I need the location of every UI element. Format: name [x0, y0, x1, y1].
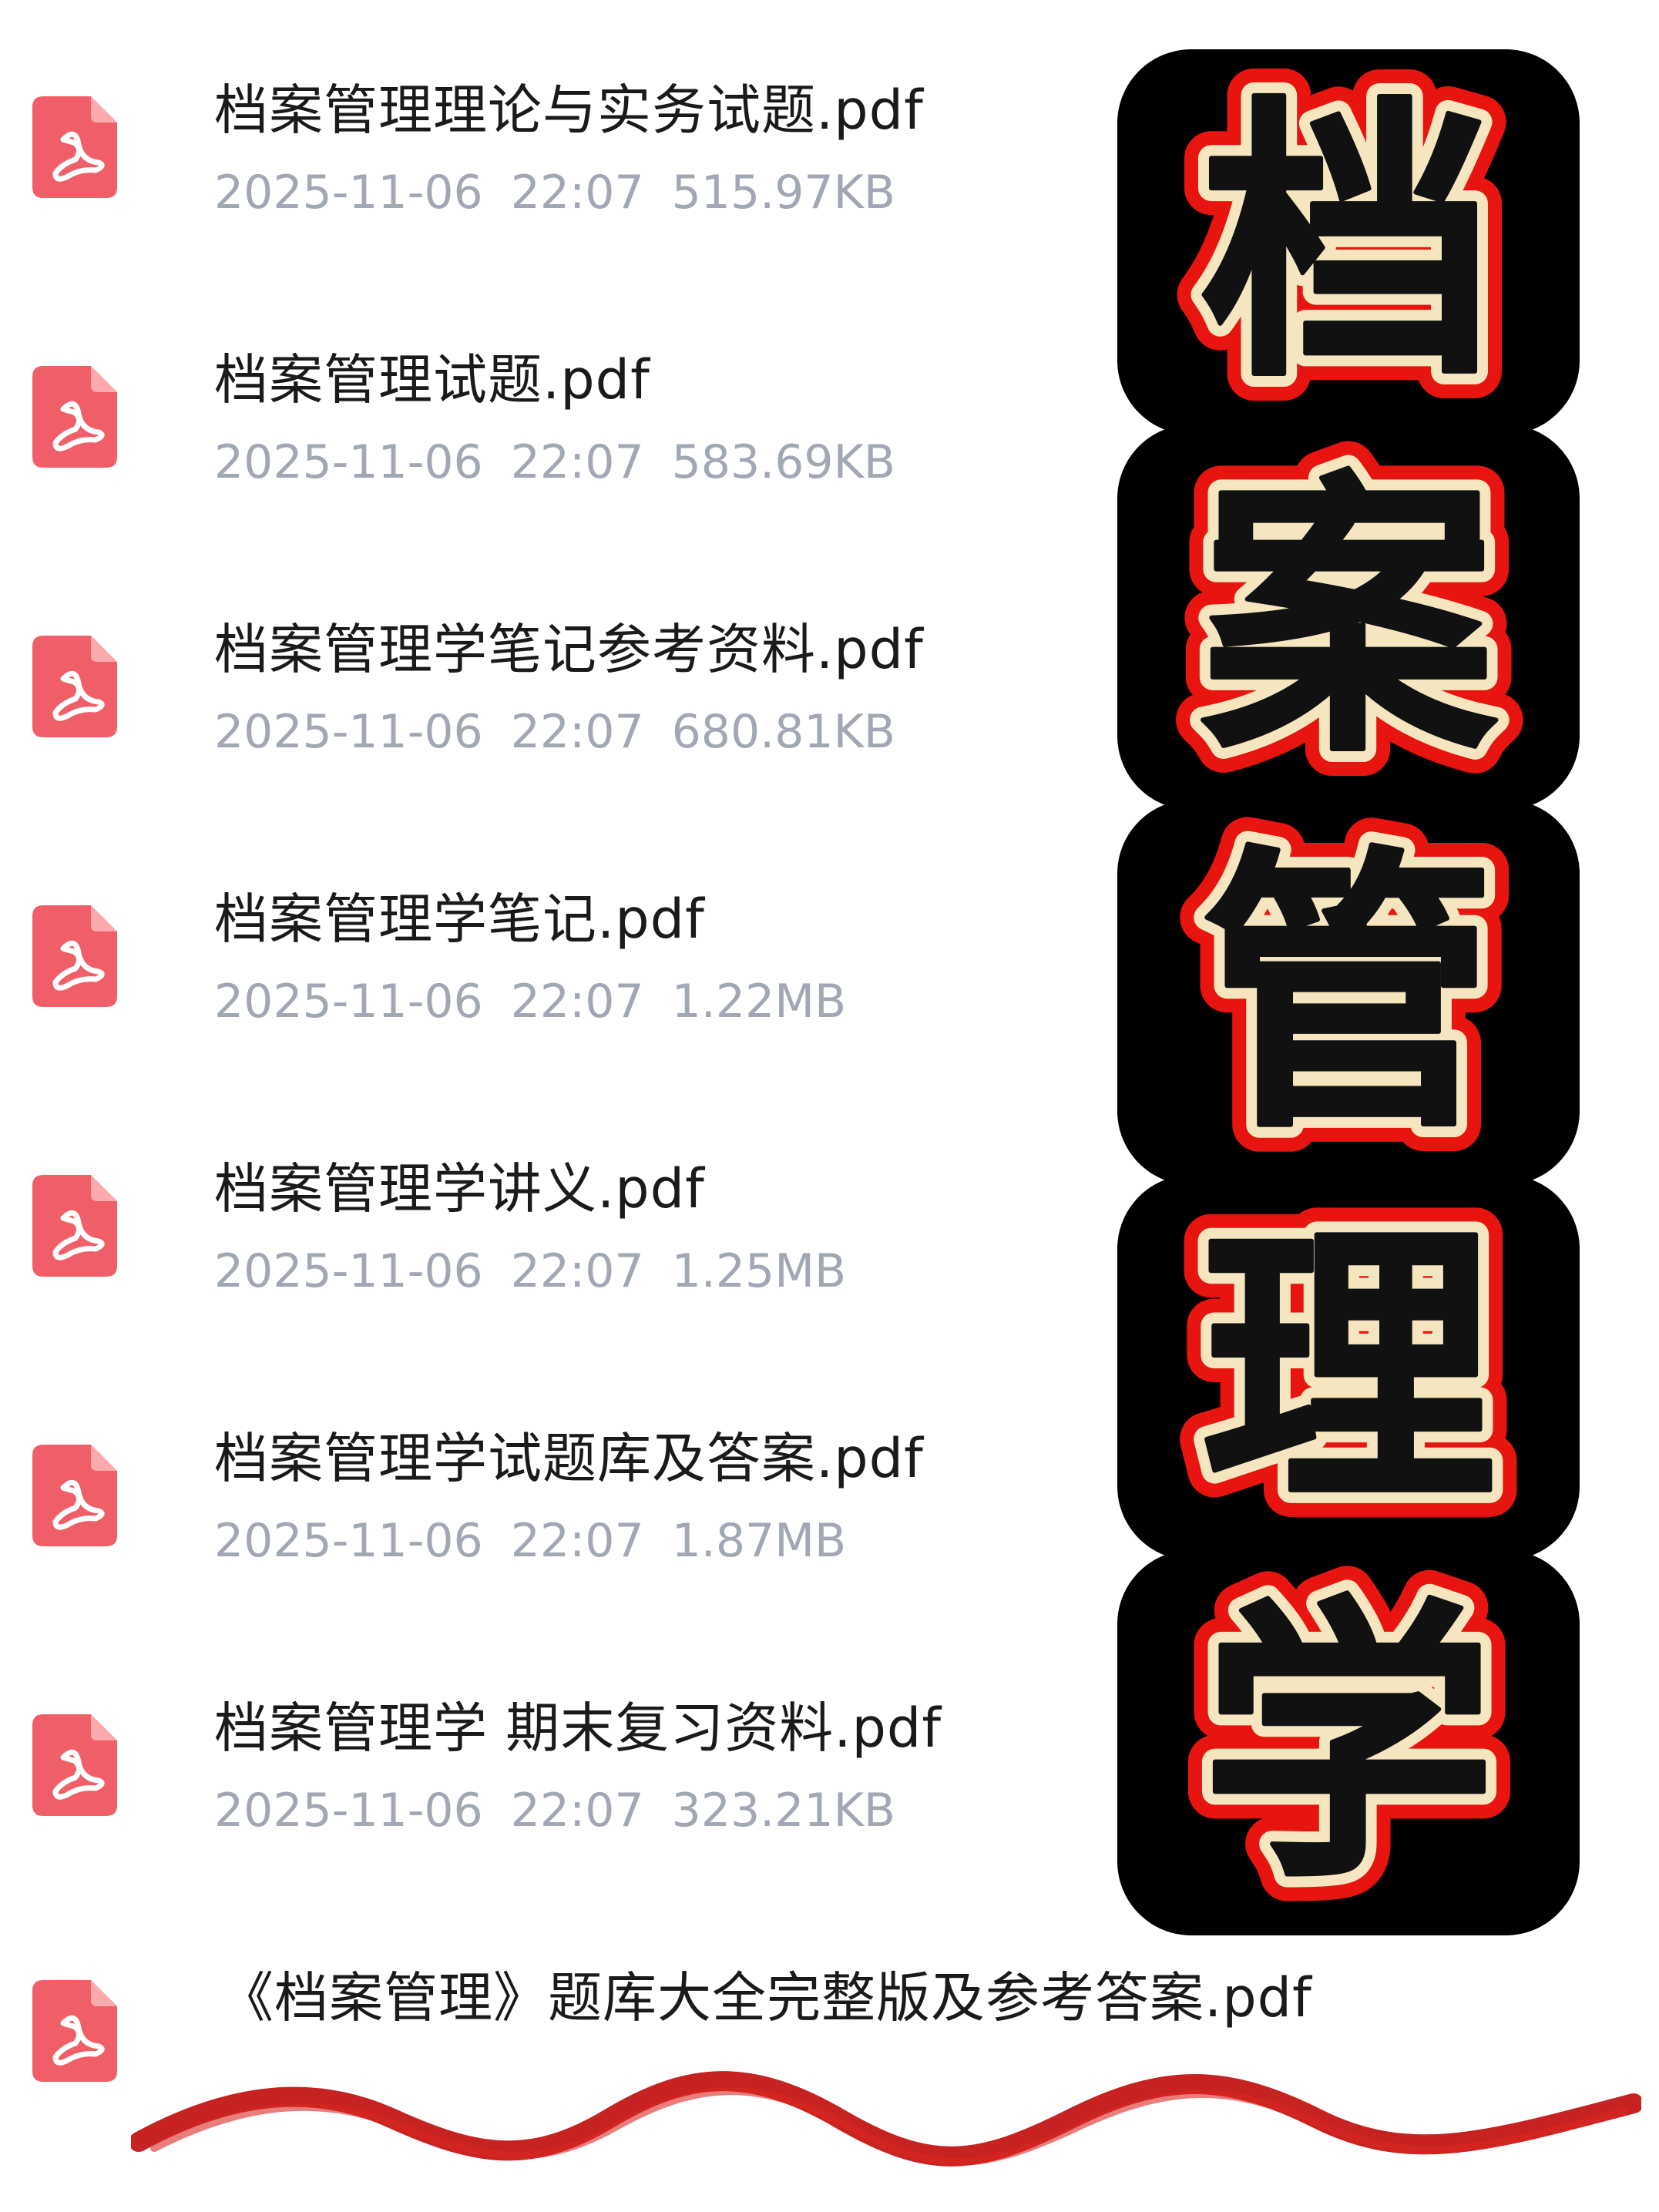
file-row[interactable]: 档案管理试题.pdf 2025-11-06 22:07 583.69KB: [0, 324, 1094, 555]
file-name: 档案管理学讲义.pdf: [214, 1157, 705, 1220]
file-size: 1.25MB: [671, 1244, 847, 1298]
file-row[interactable]: 档案管理学笔记参考资料.pdf 2025-11-06 22:07 680.81KB: [0, 593, 1094, 824]
file-size: 1.87MB: [671, 1514, 847, 1568]
file-date: 2025-11-06: [214, 975, 483, 1029]
file-date: 2025-11-06: [214, 1514, 483, 1568]
file-date: 2025-11-06: [214, 435, 483, 489]
pdf-file-icon: [32, 636, 117, 737]
file-time: 22:07: [510, 435, 644, 489]
file-date: 2025-11-06: [214, 1244, 483, 1298]
file-time: 22:07: [510, 1784, 644, 1838]
pdf-file-icon: [32, 1445, 117, 1546]
file-time: 22:07: [510, 1514, 644, 1568]
svg-text:理: 理: [1202, 1197, 1495, 1541]
title-char: 理 理 理: [1117, 1175, 1580, 1560]
file-meta: 2025-11-06 22:07 583.69KB: [214, 431, 923, 493]
file-name: 档案管理试题.pdf: [214, 348, 650, 411]
file-time: 22:07: [510, 705, 644, 759]
file-name: 档案管理学笔记.pdf: [214, 888, 705, 951]
pdf-file-icon: [32, 1980, 117, 2082]
file-name: 档案管理学笔记参考资料.pdf: [214, 618, 924, 681]
svg-text:管: 管: [1202, 821, 1495, 1166]
file-row[interactable]: 档案管理学讲义.pdf 2025-11-06 22:07 1.25MB: [0, 1133, 1094, 1364]
title-char: 档 档 档: [1117, 49, 1580, 435]
title-char: 管 管 管: [1117, 800, 1580, 1185]
file-meta: 2025-11-06 22:07 1.22MB: [214, 971, 874, 1032]
title-char: 案 案 案: [1117, 425, 1580, 810]
file-meta: 2025-11-06 22:07 323.21KB: [214, 1780, 923, 1841]
file-size: 515.97KB: [671, 166, 896, 220]
svg-text:案: 案: [1202, 446, 1499, 790]
file-size: 1.22MB: [671, 975, 847, 1029]
file-time: 22:07: [510, 975, 644, 1029]
file-date: 2025-11-06: [214, 705, 483, 759]
pdf-file-icon: [32, 366, 117, 468]
red-brush-wave: [131, 2049, 1641, 2204]
file-name: 档案管理学 期末复习资料.pdf: [214, 1697, 942, 1760]
file-size: 323.21KB: [671, 1784, 896, 1838]
file-meta: 2025-11-06 22:07 1.87MB: [214, 1510, 874, 1572]
pdf-file-icon: [32, 1175, 117, 1277]
file-time: 22:07: [510, 166, 644, 220]
file-name: 档案管理理论与实务试题.pdf: [214, 79, 924, 142]
pdf-file-icon: [32, 905, 117, 1007]
svg-text:学: 学: [1202, 1572, 1495, 1916]
file-date: 2025-11-06: [214, 166, 483, 220]
svg-text:档: 档: [1202, 71, 1495, 415]
file-time: 22:07: [510, 1244, 644, 1298]
pdf-file-icon: [32, 96, 117, 198]
file-name: 档案管理学试题库及答案.pdf: [214, 1427, 924, 1490]
pdf-file-icon: [32, 1714, 117, 1816]
file-row[interactable]: 档案管理学 期末复习资料.pdf 2025-11-06 22:07 323.21KB: [0, 1672, 1094, 1903]
file-row[interactable]: 档案管理学试题库及答案.pdf 2025-11-06 22:07 1.87MB: [0, 1402, 1094, 1633]
file-meta: 2025-11-06 22:07 680.81KB: [214, 701, 923, 763]
file-meta: 2025-11-06 22:07 1.25MB: [214, 1240, 874, 1302]
title-char: 学 学 学: [1117, 1550, 1580, 1935]
file-date: 2025-11-06: [214, 1784, 483, 1838]
file-meta: 2025-11-06 22:07 515.97KB: [214, 162, 923, 223]
file-row[interactable]: 档案管理学笔记.pdf 2025-11-06 22:07 1.22MB: [0, 863, 1094, 1094]
file-size: 583.69KB: [671, 435, 896, 489]
file-size: 680.81KB: [671, 705, 896, 759]
file-name: 《档案管理》题库大全完整版及参考答案.pdf: [220, 1966, 1312, 2029]
file-row[interactable]: 档案管理理论与实务试题.pdf 2025-11-06 22:07 515.97KB: [0, 54, 1094, 285]
title-banner: 档 档 档 案 案 案 管 管 管 理 理 理 学 学 学: [1117, 49, 1580, 1937]
